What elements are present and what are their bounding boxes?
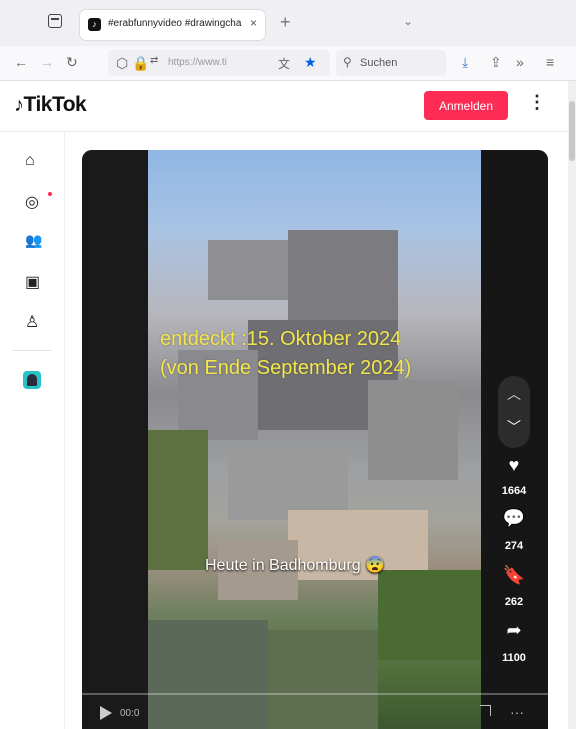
smoke-block bbox=[208, 240, 298, 300]
search-icon: ⚲ bbox=[343, 55, 352, 69]
smoke-block bbox=[288, 230, 398, 320]
tab-list-icon[interactable] bbox=[48, 14, 62, 28]
comment-count: 274 bbox=[504, 540, 524, 552]
back-icon[interactable]: ← bbox=[14, 54, 28, 70]
sidebar-divider bbox=[12, 350, 52, 351]
tree-block bbox=[148, 430, 208, 570]
video-frame[interactable] bbox=[148, 150, 481, 729]
video-controls bbox=[82, 693, 548, 729]
save-count: 262 bbox=[504, 596, 524, 608]
app-icon[interactable] bbox=[23, 371, 41, 389]
share-count: 1100 bbox=[502, 652, 526, 664]
download-icon[interactable]: ⤓ bbox=[462, 54, 468, 71]
comment-icon[interactable]: 💬 bbox=[502, 508, 526, 530]
translate-icon[interactable]: 文 bbox=[278, 55, 290, 72]
login-button[interactable]: Anmelden bbox=[424, 91, 508, 120]
browser-nav-bar: ← → ↻ ⬡ 🔒 ⇄ https://www.ti 文 ★ ⚲ Suchen … bbox=[0, 46, 576, 81]
permissions-icon[interactable]: ⇄ bbox=[150, 55, 158, 66]
share-page-icon[interactable]: ⇪ bbox=[490, 54, 502, 71]
play-icon[interactable] bbox=[100, 706, 112, 720]
chevron-down-icon[interactable]: ⌄ bbox=[403, 14, 413, 28]
more-icon[interactable]: ··· bbox=[510, 704, 524, 720]
like-count: 1664 bbox=[501, 485, 527, 497]
notification-dot bbox=[48, 192, 52, 196]
tiktok-note-icon: ♪ bbox=[14, 94, 24, 116]
video-caption: Heute in Badhomburg 😨 bbox=[205, 557, 386, 574]
tab-title: #erabfunnyvideo #drawingcha bbox=[108, 18, 242, 29]
heart-icon[interactable]: ♥ bbox=[502, 455, 526, 477]
video-time: 00:0 bbox=[120, 708, 140, 719]
house-icon[interactable]: ⌂ bbox=[25, 152, 35, 170]
scrollbar-thumb[interactable] bbox=[569, 101, 575, 161]
new-tab-button[interactable]: + bbox=[280, 12, 291, 33]
url-text[interactable]: https://www.ti bbox=[168, 57, 273, 68]
tiktok-favicon-icon: ♪ bbox=[88, 18, 101, 31]
compass-icon[interactable]: ◎ bbox=[25, 192, 39, 212]
browser-tab[interactable]: ♪ #erabfunnyvideo #drawingcha × bbox=[80, 10, 265, 40]
browser-tab-bar: ♪ #erabfunnyvideo #drawingcha × + ⌄ bbox=[0, 0, 576, 46]
more-options-icon[interactable]: ⋮ bbox=[528, 92, 546, 113]
video-letterbox-left bbox=[82, 150, 148, 729]
tab-close-icon[interactable]: × bbox=[250, 16, 257, 30]
people-icon[interactable]: 👥 bbox=[25, 232, 42, 249]
video-player[interactable] bbox=[82, 150, 548, 729]
tree-block bbox=[378, 570, 481, 660]
smoke-block bbox=[368, 380, 458, 480]
next-video-button[interactable]: ﹀ bbox=[498, 412, 530, 448]
sidebar bbox=[0, 132, 65, 729]
search-placeholder[interactable]: Suchen bbox=[360, 57, 397, 69]
menu-icon[interactable]: ≡ bbox=[546, 54, 554, 70]
tiktok-logo[interactable]: ♪TikTok bbox=[14, 93, 87, 117]
live-camera-icon[interactable]: ▣ bbox=[25, 272, 40, 292]
previous-video-button[interactable]: ︿ bbox=[498, 376, 530, 412]
progress-bar[interactable] bbox=[82, 693, 548, 695]
video-overlay-line1: entdeckt :15. Oktober 2024 bbox=[160, 328, 402, 350]
forward-icon[interactable]: → bbox=[40, 54, 54, 70]
shield-icon[interactable]: ⬡ bbox=[116, 55, 128, 72]
person-icon[interactable]: ♙ bbox=[25, 312, 39, 332]
bookmark-icon[interactable]: 🔖 bbox=[502, 565, 526, 587]
video-overlay-line2: (von Ende September 2024) bbox=[160, 357, 412, 379]
lock-icon[interactable]: 🔒 bbox=[132, 55, 149, 72]
tiktok-header: ♪TikTok Anmelden ⋮ bbox=[0, 81, 568, 132]
page-scrollbar[interactable] bbox=[568, 81, 576, 729]
fullscreen-icon[interactable] bbox=[480, 705, 491, 716]
share-icon[interactable]: ➦ bbox=[502, 620, 526, 642]
search-bar[interactable]: ⚲ Suchen bbox=[336, 50, 446, 76]
bookmark-star-icon[interactable]: ★ bbox=[304, 54, 317, 71]
reload-icon[interactable]: ↻ bbox=[66, 54, 78, 71]
url-bar[interactable]: ⬡ 🔒 ⇄ https://www.ti 文 ★ bbox=[108, 50, 330, 76]
overflow-chevrons-icon[interactable]: » bbox=[516, 54, 524, 70]
